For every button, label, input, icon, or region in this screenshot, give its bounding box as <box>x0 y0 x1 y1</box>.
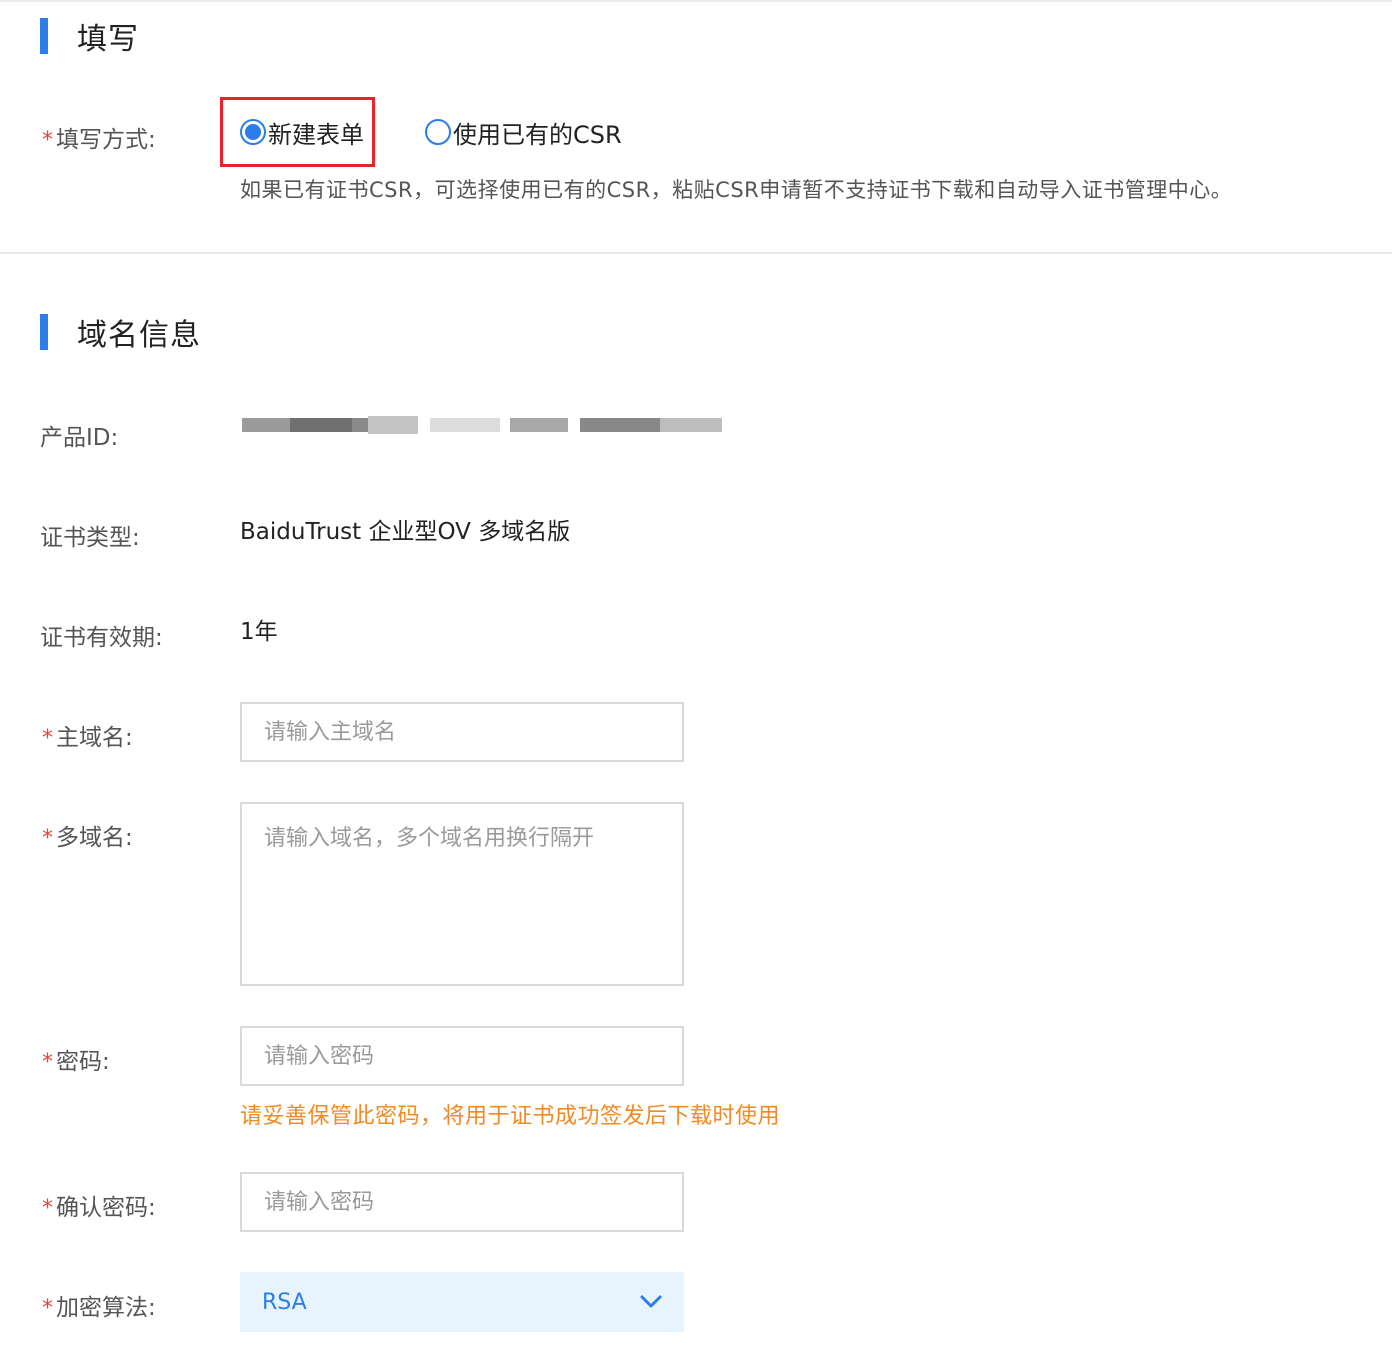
radio-use-existing-csr[interactable]: 使用已有的CSR <box>425 115 622 150</box>
fill-method-radio-group: 新建表单 使用已有的CSR <box>220 97 622 167</box>
radio-selected-icon[interactable] <box>240 119 266 145</box>
radio-new-form-label[interactable]: 新建表单 <box>268 115 364 150</box>
radio-use-existing-csr-label[interactable]: 使用已有的CSR <box>453 115 622 150</box>
main-domain-input[interactable] <box>240 702 684 762</box>
algorithm-label: * 加密算法: <box>42 1295 156 1321</box>
password-warning-text: 请妥善保管此密码，将用于证书成功签发后下载时使用 <box>240 1104 781 1129</box>
section-divider <box>0 252 1392 254</box>
multi-domain-label: * 多域名: <box>42 825 133 851</box>
password-input[interactable] <box>240 1026 684 1086</box>
confirm-password-label: * 确认密码: <box>42 1195 156 1221</box>
cert-type-label: 证书类型: <box>40 525 140 551</box>
certificate-application-form: 填写 * 填写方式: 新建表单 使用已有的CSR 如果已有证书CSR，可选择使用已… <box>0 0 1392 1354</box>
chevron-down-icon[interactable] <box>638 1289 664 1315</box>
radio-unselected-icon[interactable] <box>425 119 451 145</box>
confirm-password-input[interactable] <box>240 1172 684 1232</box>
required-mark: * <box>42 128 53 153</box>
multi-domain-textarea[interactable] <box>240 802 684 986</box>
fill-section-title: 填写 <box>77 22 139 57</box>
domain-section-title: 域名信息 <box>77 318 201 353</box>
main-domain-label: * 主域名: <box>42 725 133 751</box>
password-label: * 密码: <box>42 1049 110 1075</box>
cert-type-value: BaiduTrust 企业型OV 多域名版 <box>240 519 571 545</box>
fill-method-label: * 填写方式: <box>42 127 156 153</box>
domain-section-header: 域名信息 <box>40 310 201 354</box>
fill-section-header: 填写 <box>40 14 139 58</box>
product-id-redacted-value <box>240 412 725 436</box>
section-accent-bar <box>40 18 48 54</box>
top-border <box>0 0 1392 4</box>
csr-hint-text: 如果已有证书CSR，可选择使用已有的CSR，粘贴CSR申请暂不支持证书下载和自动… <box>240 178 1233 202</box>
validity-label: 证书有效期: <box>40 625 163 651</box>
algorithm-select[interactable]: RSA <box>240 1272 684 1332</box>
section-accent-bar <box>40 314 48 350</box>
validity-value: 1年 <box>240 619 278 645</box>
product-id-label: 产品ID: <box>40 425 119 451</box>
algorithm-selected-value: RSA <box>262 1289 307 1315</box>
radio-new-form[interactable]: 新建表单 <box>220 97 375 167</box>
